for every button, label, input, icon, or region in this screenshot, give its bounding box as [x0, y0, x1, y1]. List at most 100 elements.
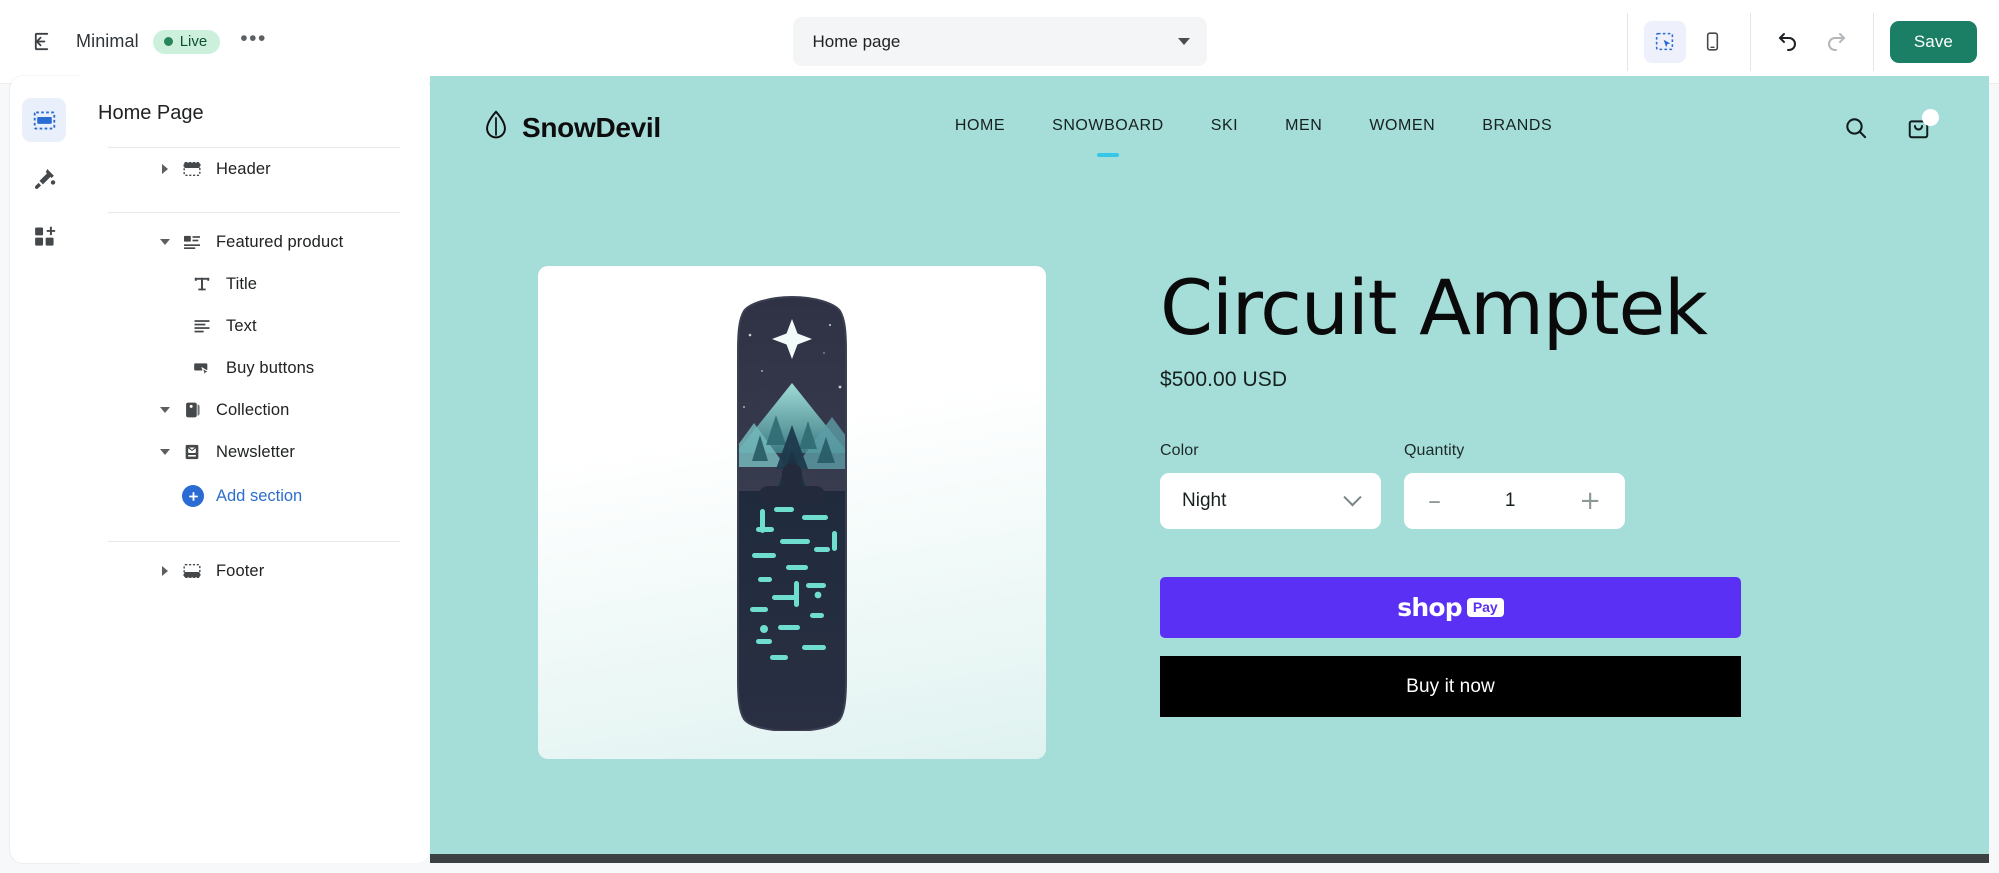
product-info: Circuit Amptek $500.00 USD Color Night Q…	[1160, 266, 1989, 759]
nav-link-label: HOME	[954, 117, 1006, 134]
store-nav-brands[interactable]: BRANDS	[1482, 117, 1552, 139]
quantity-stepper[interactable]: – 1 +	[1404, 473, 1625, 529]
featured-product-icon	[180, 230, 204, 254]
chevron-down-icon[interactable]	[154, 449, 176, 455]
header-section-group: Header	[78, 148, 430, 190]
chevron-right-icon[interactable]	[154, 164, 176, 174]
plus-circle-icon	[182, 485, 204, 507]
shop-pay-tag: Pay	[1466, 598, 1504, 617]
section-row-collection[interactable]: Collection	[78, 389, 430, 431]
block-label: Buy buttons	[226, 358, 315, 377]
chevron-right-icon[interactable]	[154, 566, 176, 576]
quantity-decrease-button[interactable]: –	[1428, 488, 1441, 514]
quantity-label: Quantity	[1404, 442, 1465, 459]
color-option-group: Color Night	[1160, 442, 1381, 529]
shop-pay-word: shop	[1397, 593, 1462, 622]
store-nav-ski[interactable]: SKI	[1211, 117, 1238, 139]
store-nav-home[interactable]: HOME	[955, 117, 1005, 139]
block-label: Text	[226, 316, 257, 335]
section-row-featured-product[interactable]: Featured product	[78, 221, 430, 263]
nav-link-label: SNOWBOARD	[1052, 117, 1164, 134]
paragraph-text-icon	[190, 314, 214, 338]
save-button[interactable]: Save	[1889, 20, 1977, 63]
color-select-value: Night	[1182, 490, 1227, 511]
chevron-down-icon	[1177, 38, 1190, 45]
top-toolbar: Minimal Live ••• Home page Save	[0, 0, 1999, 84]
exit-to-app-icon[interactable]	[22, 22, 62, 62]
snowboard-graphic	[736, 295, 848, 731]
store-brand-name: SnowDevil	[522, 112, 661, 143]
footer-section-icon	[180, 559, 204, 583]
snowdevil-droplet-icon	[482, 109, 510, 147]
block-row-buy-buttons[interactable]: Buy buttons	[78, 347, 430, 389]
color-option-label: Color	[1160, 442, 1199, 459]
quantity-increase-button[interactable]: +	[1579, 488, 1601, 514]
nav-link-label: BRANDS	[1482, 117, 1553, 134]
shopping-bag-icon[interactable]	[1906, 108, 1939, 141]
block-row-text[interactable]: Text	[78, 305, 430, 347]
redo-icon[interactable]	[1815, 21, 1857, 63]
nav-link-label: WOMEN	[1369, 117, 1436, 134]
product-options: Color Night Quantity – 1 +	[1160, 442, 1989, 529]
store-actions	[1843, 108, 1939, 141]
theme-name: Minimal	[76, 31, 139, 51]
storefront-preview[interactable]: SnowDevil HOME SNOWBOARD SKI MEN WOMEN B…	[430, 76, 1989, 863]
store-nav-men[interactable]: MEN	[1285, 117, 1322, 139]
product-price: $500.00 USD	[1160, 368, 1288, 391]
section-label: Featured product	[216, 232, 344, 251]
viewport-toggle-group	[1628, 13, 1750, 71]
shop-pay-button[interactable]: shop Pay	[1160, 577, 1741, 638]
page-title: Home Page	[98, 102, 204, 124]
section-row-footer[interactable]: Footer	[78, 550, 430, 592]
buy-it-now-button[interactable]: Buy it now	[1160, 656, 1741, 717]
undo-icon[interactable]	[1767, 21, 1809, 63]
sidebar-divider-footer	[108, 541, 400, 542]
section-row-header[interactable]: Header	[78, 148, 430, 190]
quantity-option-group: Quantity – 1 +	[1404, 442, 1625, 529]
desktop-select-icon[interactable]	[1643, 20, 1686, 63]
footer-section-group: Footer	[78, 550, 430, 592]
search-icon[interactable]	[1843, 115, 1869, 141]
history-group	[1751, 13, 1873, 71]
section-label: Header	[216, 159, 271, 178]
store-nav-women[interactable]: WOMEN	[1369, 117, 1435, 139]
sidebar-item-theme-settings[interactable]	[22, 156, 66, 200]
status-badge: Live	[152, 29, 221, 54]
theme-more-menu-icon[interactable]: •••	[234, 26, 273, 58]
chevron-down-icon	[1343, 487, 1362, 506]
section-label: Newsletter	[216, 442, 295, 461]
editor-icon-rail	[10, 76, 78, 863]
sidebar-divider-header	[108, 212, 400, 213]
chevron-down-icon[interactable]	[154, 239, 176, 245]
section-label: Collection	[216, 400, 290, 419]
quantity-value: 1	[1504, 490, 1516, 511]
theme-editor-app: Minimal Live ••• Home page Save Home Pag…	[0, 0, 1999, 873]
live-status-dot	[163, 36, 173, 46]
color-select[interactable]: Night	[1160, 473, 1381, 529]
nav-link-label: MEN	[1285, 117, 1323, 134]
nav-link-label: SKI	[1210, 117, 1239, 134]
toolbar-right-group: Save	[1626, 0, 1999, 84]
preview-horizontal-scrollbar[interactable]	[430, 854, 1989, 863]
sidebar-item-sections[interactable]	[22, 98, 66, 142]
body-sections-group: Featured product Title Text Buy buttons …	[78, 221, 430, 519]
featured-product-section: Circuit Amptek $500.00 USD Color Night Q…	[430, 266, 1989, 759]
store-logo[interactable]: SnowDevil	[482, 109, 661, 147]
cart-count-badge	[1922, 108, 1939, 126]
add-section-button[interactable]: Add section	[78, 473, 430, 519]
product-image[interactable]	[538, 266, 1046, 759]
chevron-down-icon[interactable]	[154, 407, 176, 413]
text-title-icon	[190, 272, 214, 296]
toolbar-center-group: Home page	[792, 17, 1207, 66]
product-title: Circuit Amptek	[1160, 263, 1708, 352]
block-row-title[interactable]: Title	[78, 263, 430, 305]
buy-button-icon	[190, 356, 214, 380]
store-nav-snowboard[interactable]: SNOWBOARD	[1052, 117, 1164, 157]
toolbar-left-group: Minimal Live •••	[0, 22, 273, 62]
mobile-icon[interactable]	[1692, 21, 1734, 63]
sidebar-item-app-embeds[interactable]	[22, 214, 66, 258]
sections-sidebar: Home Page Header Featured product Title …	[78, 76, 430, 863]
collection-tag-icon	[180, 398, 204, 422]
section-row-newsletter[interactable]: Newsletter	[78, 431, 430, 473]
page-selector[interactable]: Home page	[792, 17, 1207, 66]
